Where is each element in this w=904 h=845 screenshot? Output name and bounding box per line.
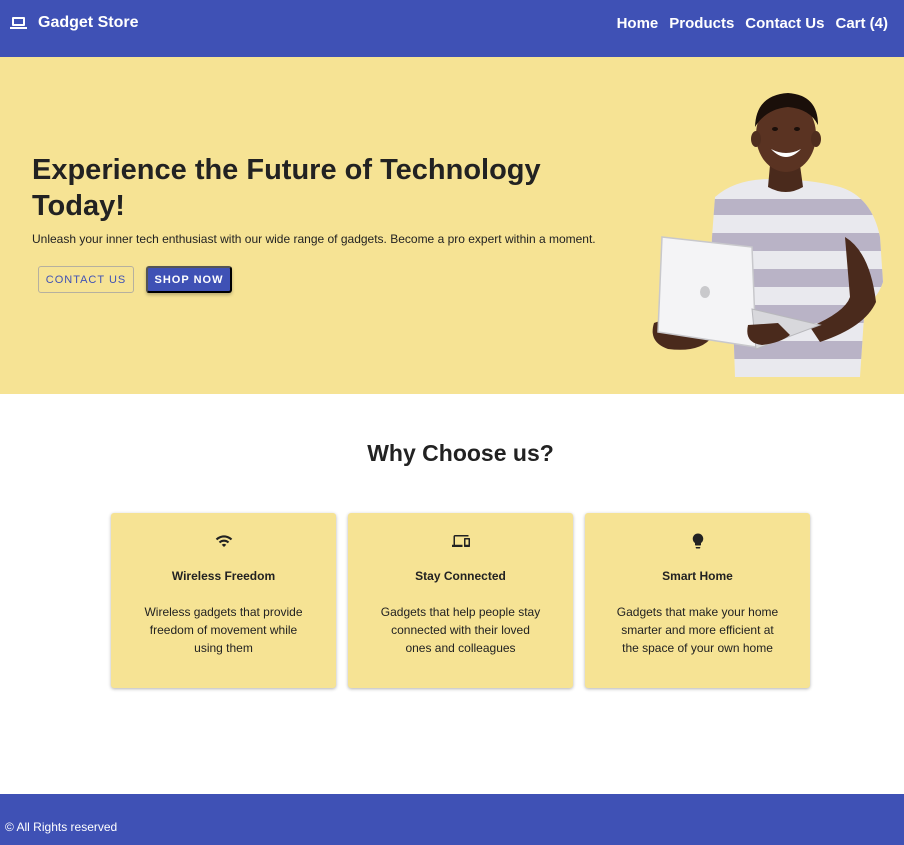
why-choose-us-heading: Why Choose us? bbox=[367, 440, 554, 466]
feature-card-title: Wireless Freedom bbox=[171, 569, 276, 583]
feature-card-text: Wireless gadgets that provide freedom of… bbox=[144, 605, 303, 655]
nav-home[interactable]: Home bbox=[617, 15, 659, 32]
laptop-icon bbox=[10, 16, 27, 30]
contact-us-button[interactable]: CONTACT US bbox=[38, 266, 134, 293]
nav-cart[interactable]: Cart (4) bbox=[835, 15, 888, 32]
brand-name: Gadget Store bbox=[38, 14, 139, 31]
copyright-text: © All Rights reserved bbox=[5, 820, 118, 834]
feature-card-wireless: Wireless Freedom Wireless gadgets that p… bbox=[111, 513, 336, 688]
hero-title: Experience the Future of Technology Toda… bbox=[32, 154, 541, 222]
devices-icon bbox=[451, 535, 470, 547]
nav-contact-us[interactable]: Contact Us bbox=[745, 15, 824, 32]
brand-link[interactable]: Gadget Store bbox=[10, 0, 138, 46]
hero-section: Experience the Future of Technology Toda… bbox=[0, 57, 904, 394]
main-nav: Home Products Contact Us Cart (4) bbox=[617, 0, 888, 46]
nav-products[interactable]: Products bbox=[669, 15, 734, 32]
footer: © All Rights reserved bbox=[0, 794, 904, 845]
hero-subtitle: Unleash your inner tech enthusiast with … bbox=[32, 232, 596, 246]
lightbulb-icon bbox=[692, 533, 703, 549]
feature-card-text: Gadgets that help people stay connected … bbox=[380, 605, 541, 655]
feature-card-title: Smart Home bbox=[662, 569, 733, 583]
shop-now-button[interactable]: SHOP NOW bbox=[146, 266, 232, 293]
feature-card-text: Gadgets that make your home smarter and … bbox=[616, 605, 779, 655]
feature-card-smart-home: Smart Home Gadgets that make your home s… bbox=[585, 513, 810, 688]
wifi-icon bbox=[215, 535, 232, 547]
feature-card-connected: Stay Connected Gadgets that help people … bbox=[348, 513, 573, 688]
hero-person-with-laptop-image bbox=[652, 93, 883, 377]
app-bar: Gadget Store Home Products Contact Us Ca… bbox=[0, 0, 904, 57]
feature-card-title: Stay Connected bbox=[415, 569, 506, 583]
